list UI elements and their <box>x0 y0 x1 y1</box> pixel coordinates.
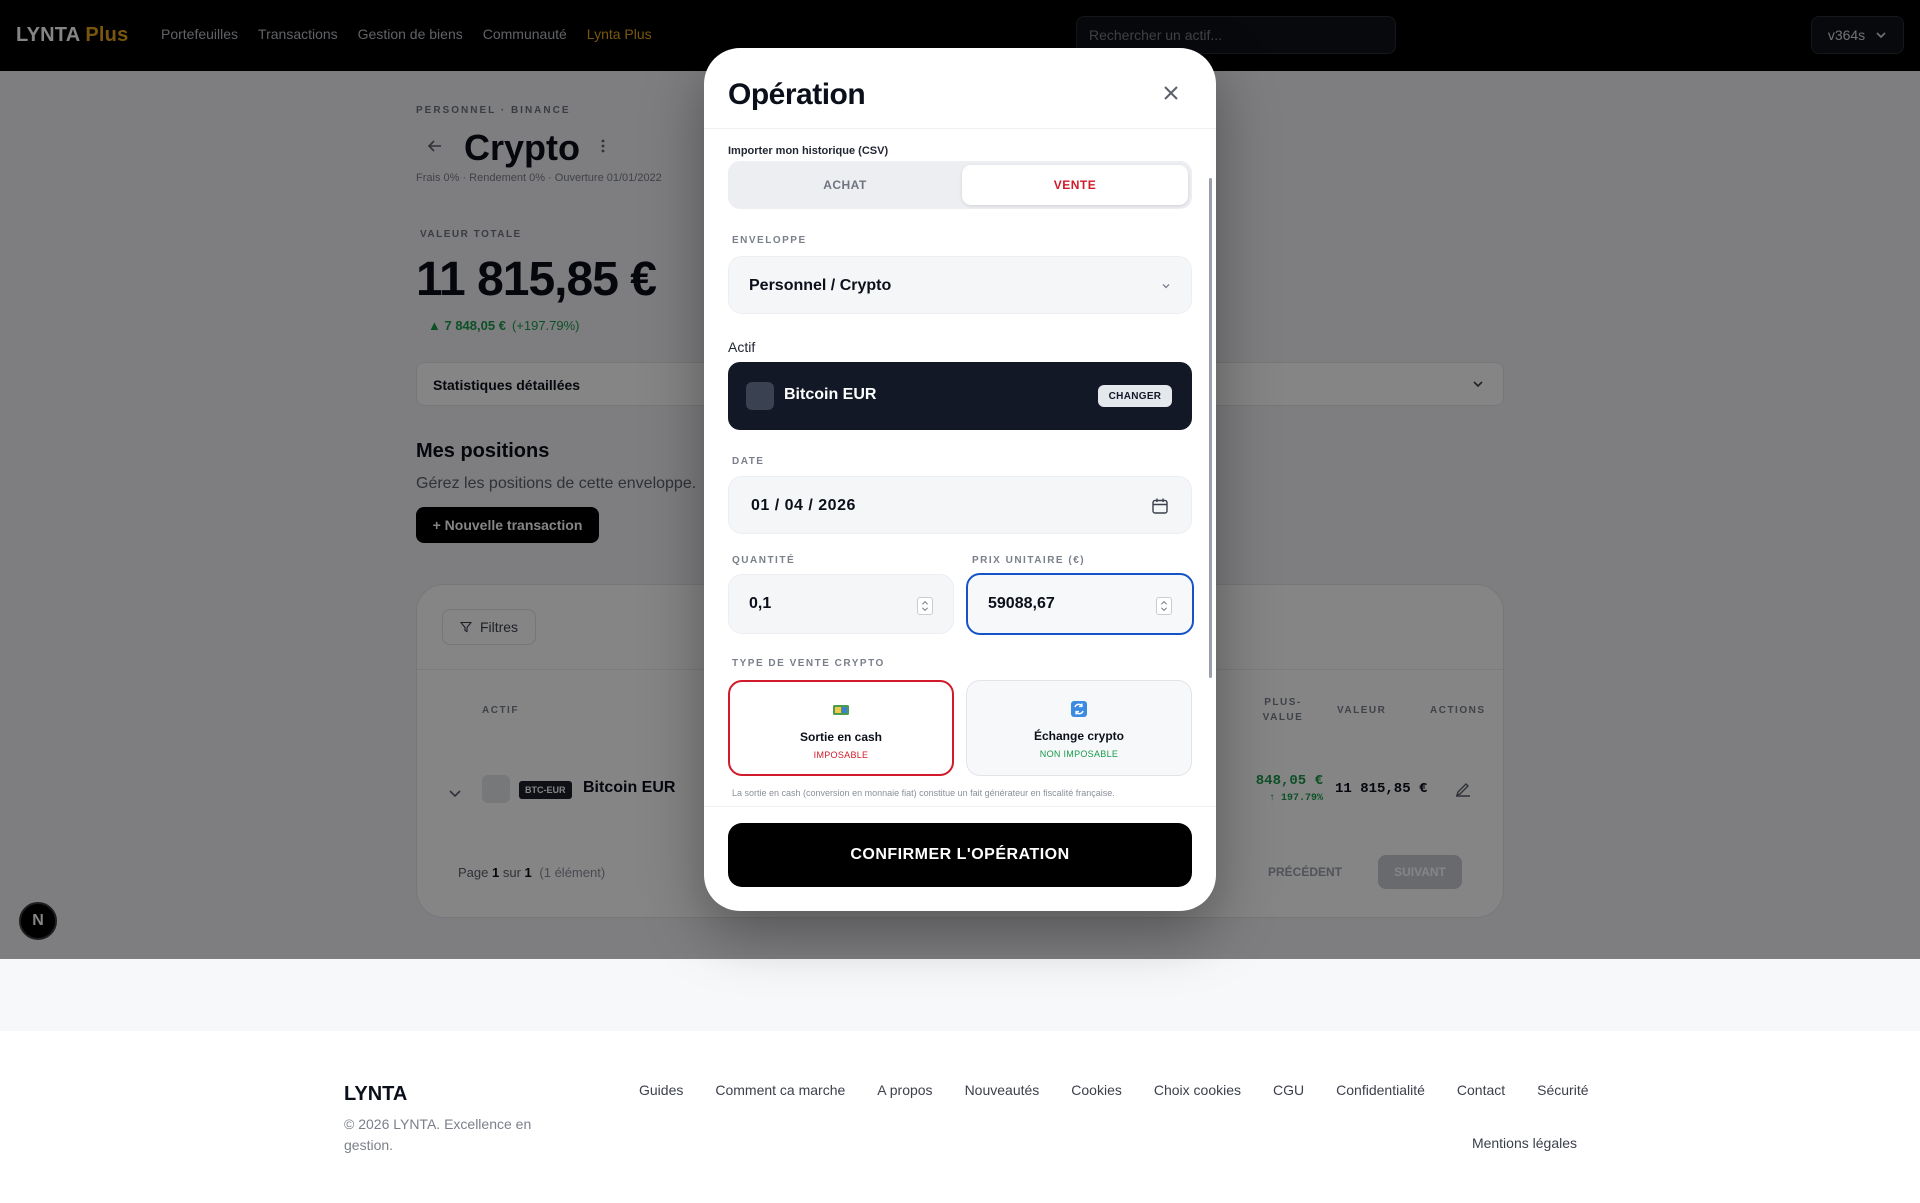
sale-option-crypto-swap[interactable]: Échange crypto NON IMPOSABLE <box>966 680 1192 776</box>
quantity-stepper-icon[interactable] <box>917 597 933 615</box>
swap-icon <box>1071 701 1087 717</box>
confirm-operation-button[interactable]: CONFIRMER L'OPÉRATION <box>728 823 1192 887</box>
operation-type-toggle: ACHAT VENTE <box>728 161 1192 209</box>
unit-price-value: 59088,67 <box>988 595 1055 612</box>
footer-link-guides[interactable]: Guides <box>639 1082 683 1098</box>
footer-link-contact[interactable]: Contact <box>1457 1082 1505 1098</box>
tax-note: La sortie en cash (conversion en monnaie… <box>732 788 1115 798</box>
operation-modal: Opération Importer mon historique (CSV) … <box>704 48 1216 911</box>
modal-footer-divider <box>704 806 1216 807</box>
asset-avatar <box>746 382 774 410</box>
unit-price-stepper-icon[interactable] <box>1156 597 1172 615</box>
footer-band <box>0 959 1920 1031</box>
footer-link-a-propos[interactable]: A propos <box>877 1082 932 1098</box>
quantity-value: 0,1 <box>749 595 772 612</box>
sale-option-crypto-tag: NON IMPOSABLE <box>1039 749 1119 759</box>
banknote-icon <box>833 705 849 715</box>
footer-link-securite[interactable]: Sécurité <box>1537 1082 1588 1098</box>
sale-option-cash[interactable]: Sortie en cash IMPOSABLE <box>728 680 954 776</box>
calendar-icon[interactable] <box>1151 497 1169 515</box>
footer-link-comment-ca-marche[interactable]: Comment ca marche <box>715 1082 845 1098</box>
footer-link-cookies[interactable]: Cookies <box>1071 1082 1122 1098</box>
footer-link-choix-cookies[interactable]: Choix cookies <box>1154 1082 1241 1098</box>
asset-label: Actif <box>728 339 756 355</box>
date-value: 01 / 04 / 2026 <box>751 497 856 514</box>
quantity-label: QUANTITÉ <box>732 555 796 566</box>
selected-asset-card: Bitcoin EUR CHANGER <box>728 362 1192 430</box>
footer-link-nouveautes[interactable]: Nouveautés <box>965 1082 1040 1098</box>
modal-title: Opération <box>728 78 866 111</box>
date-label: DATE <box>732 456 765 467</box>
footer-copyright: © 2026 LYNTA. Excellence en gestion. <box>344 1116 532 1153</box>
footer-link-cgu[interactable]: CGU <box>1273 1082 1304 1098</box>
envelope-label: ENVELOPPE <box>732 235 807 246</box>
tab-achat[interactable]: ACHAT <box>732 165 958 205</box>
footer-logo[interactable]: LYNTA <box>344 1083 407 1106</box>
close-icon[interactable] <box>1158 80 1184 106</box>
envelope-value: Personnel / Crypto <box>749 277 892 294</box>
import-csv-link[interactable]: Importer mon historique (CSV) <box>728 145 888 157</box>
asset-name: Bitcoin EUR <box>784 386 877 403</box>
unit-price-label: PRIX UNITAIRE (€) <box>972 555 1086 566</box>
footer-link-mentions-legales[interactable]: Mentions légales <box>1472 1135 1577 1151</box>
footer-link-confidentialite[interactable]: Confidentialité <box>1336 1082 1425 1098</box>
modal-scrollbar[interactable] <box>1209 178 1212 678</box>
envelope-select[interactable]: Personnel / Crypto <box>728 256 1192 314</box>
chevron-down-icon <box>1162 284 1170 289</box>
tab-vente[interactable]: VENTE <box>962 165 1188 205</box>
date-input[interactable]: 01 / 04 / 2026 <box>728 476 1192 534</box>
modal-header-divider <box>704 128 1216 129</box>
footer-links: Guides Comment ca marche A propos Nouvea… <box>639 1082 1589 1098</box>
sale-option-crypto-title: Échange crypto <box>1033 729 1125 743</box>
sale-type-label: TYPE DE VENTE CRYPTO <box>732 658 885 669</box>
unit-price-input[interactable]: 59088,67 <box>966 573 1194 635</box>
change-asset-button[interactable]: CHANGER <box>1098 385 1172 407</box>
sale-option-cash-title: Sortie en cash <box>799 730 883 744</box>
quantity-input[interactable]: 0,1 <box>728 574 954 634</box>
sale-option-cash-tag: IMPOSABLE <box>813 750 869 760</box>
